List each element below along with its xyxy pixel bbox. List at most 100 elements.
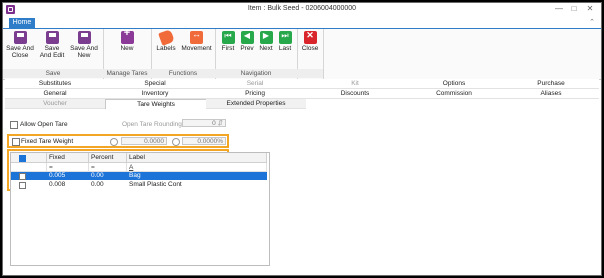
table-row[interactable]: 0.008 0.00 Small Plastic Cont <box>11 181 267 189</box>
col-label-header[interactable]: Label <box>127 153 267 163</box>
tab-serial[interactable]: Serial <box>205 79 305 89</box>
save-and-new-line2: New <box>77 52 91 59</box>
save-and-edit-button[interactable]: Save And Edit <box>36 31 68 59</box>
title-bar: Item : Bulk Seed - 0206004000000 — □ ✕ <box>3 3 601 16</box>
minimize-button[interactable]: — <box>551 3 567 15</box>
select-all-header[interactable] <box>11 153 47 163</box>
last-button[interactable]: Last <box>276 31 294 52</box>
first-button[interactable]: First <box>219 31 237 52</box>
manage-tares-group-label: Manage Tares <box>103 69 151 78</box>
close-button[interactable]: Close <box>300 31 320 52</box>
movement-button[interactable]: Movement <box>180 31 213 52</box>
filter-label[interactable]: A <box>127 163 267 172</box>
navigation-group: First Prev Next Last Navigation <box>215 29 298 79</box>
next-record-icon <box>259 31 273 44</box>
save-and-edit-line1: Save <box>44 45 60 52</box>
row-checkbox[interactable] <box>19 173 26 180</box>
movement-arrows-icon <box>190 31 203 44</box>
tab-general[interactable]: General <box>5 89 105 99</box>
save-and-close-button[interactable]: Save And Close <box>6 31 34 59</box>
fixed-percent-radio[interactable] <box>172 138 180 146</box>
save-and-edit-line2: And Edit <box>39 52 65 59</box>
allow-open-tare-checkbox[interactable] <box>10 121 18 129</box>
allow-open-tare-label: Allow Open Tare <box>20 121 68 128</box>
tab-voucher[interactable]: Voucher <box>5 99 105 109</box>
tare-weights-panel: Allow Open Tare Open Tare Rounding : 0 ⇵… <box>5 111 599 273</box>
tab-home[interactable]: Home <box>9 18 35 28</box>
tab-kit[interactable]: Kit <box>305 79 405 89</box>
close-window-button[interactable]: ✕ <box>582 3 598 15</box>
fixed-tare-weight-checkbox[interactable] <box>12 138 20 146</box>
ribbon-tab-strip: Home ⌃ <box>3 16 601 28</box>
col-fixed-header[interactable]: Fixed <box>47 153 89 163</box>
tab-substitutes[interactable]: Substitutes <box>5 79 105 89</box>
manage-tares-group: New Manage Tares <box>103 29 152 79</box>
tab-purchase[interactable]: Purchase <box>503 79 599 89</box>
save-and-close-line1: Save And <box>6 45 34 52</box>
tab-options[interactable]: Options <box>405 79 503 89</box>
first-record-icon <box>221 31 235 44</box>
floppy-disk-icon <box>13 31 27 44</box>
tab-extended-properties[interactable]: Extended Properties <box>206 99 306 109</box>
tare-grid: Fixed Percent Label = = A 0.005 0.00 Bag… <box>10 152 270 266</box>
fixed-percent-input[interactable]: 0.0000% <box>182 137 226 145</box>
new-tare-label: New <box>120 45 134 52</box>
labels-label: Labels <box>156 45 176 52</box>
movement-label: Movement <box>181 45 212 52</box>
tab-inventory[interactable]: Inventory <box>105 89 205 99</box>
navigation-group-label: Navigation <box>215 69 297 78</box>
tab-discounts[interactable]: Discounts <box>305 89 405 99</box>
section-tabs: Substitutes Special Serial Kit Options P… <box>5 79 599 110</box>
cell-percent: 0.00 <box>91 172 104 179</box>
labels-button[interactable]: Labels <box>154 29 178 52</box>
tab-special[interactable]: Special <box>105 79 205 89</box>
prev-label: Prev <box>240 45 254 52</box>
ribbon: Save And Close Save And Edit Save And Ne… <box>3 28 601 80</box>
item-window: Item : Bulk Seed - 0206004000000 — □ ✕ H… <box>2 2 602 276</box>
collapse-ribbon-icon[interactable]: ⌃ <box>589 18 595 26</box>
filter-fixed[interactable]: = <box>47 163 89 172</box>
tab-aliases[interactable]: Aliases <box>503 89 599 99</box>
close-group-label <box>297 69 323 78</box>
save-and-new-line1: Save And <box>70 45 98 52</box>
select-all-checkbox[interactable] <box>19 155 26 162</box>
open-tare-rounding-value: 0 <box>212 120 216 127</box>
cell-label: Bag <box>129 172 141 179</box>
table-row[interactable]: 0.005 0.00 Bag <box>11 172 267 180</box>
close-x-icon <box>303 31 317 44</box>
cell-label: Small Plastic Cont <box>129 181 182 188</box>
last-label: Last <box>278 45 292 52</box>
new-tare-button[interactable]: New <box>113 30 141 52</box>
floppy-disk-new-icon <box>77 31 91 44</box>
next-label: Next <box>259 45 273 52</box>
open-tare-rounding-input[interactable]: 0 ⇵ <box>182 119 226 127</box>
cell-percent: 0.00 <box>91 181 104 188</box>
save-and-new-button[interactable]: Save And New <box>69 31 99 59</box>
save-group: Save And Close Save And Edit Save And Ne… <box>3 29 104 79</box>
previous-record-icon <box>240 31 254 44</box>
functions-group: Labels Movement Functions <box>151 29 216 79</box>
row-checkbox[interactable] <box>19 182 26 189</box>
tab-tare-weights[interactable]: Tare Weights <box>105 99 207 109</box>
floppy-disk-edit-icon <box>45 31 59 44</box>
save-and-close-line2: Close <box>11 52 29 59</box>
cell-fixed: 0.005 <box>49 172 66 179</box>
tab-pricing[interactable]: Pricing <box>205 89 305 99</box>
tag-icon <box>157 29 175 46</box>
window-title: Item : Bulk Seed - 0206004000000 <box>247 5 357 12</box>
tab-commission[interactable]: Commission <box>405 89 503 99</box>
last-record-icon <box>278 31 292 44</box>
fixed-tare-weight-label: Fixed Tare Weight <box>21 138 74 145</box>
fixed-value-radio[interactable] <box>110 138 118 146</box>
next-button[interactable]: Next <box>257 31 275 52</box>
prev-button[interactable]: Prev <box>238 31 256 52</box>
filter-cell-select <box>11 163 47 172</box>
fixed-value-input[interactable]: 0.0000 <box>121 137 167 145</box>
filter-percent[interactable]: = <box>89 163 127 172</box>
save-group-label: Save <box>3 69 103 78</box>
cell-fixed: 0.008 <box>49 181 66 188</box>
maximize-button[interactable]: □ <box>566 3 582 15</box>
first-label: First <box>221 45 235 52</box>
col-percent-header[interactable]: Percent <box>89 153 127 163</box>
functions-group-label: Functions <box>151 69 215 78</box>
